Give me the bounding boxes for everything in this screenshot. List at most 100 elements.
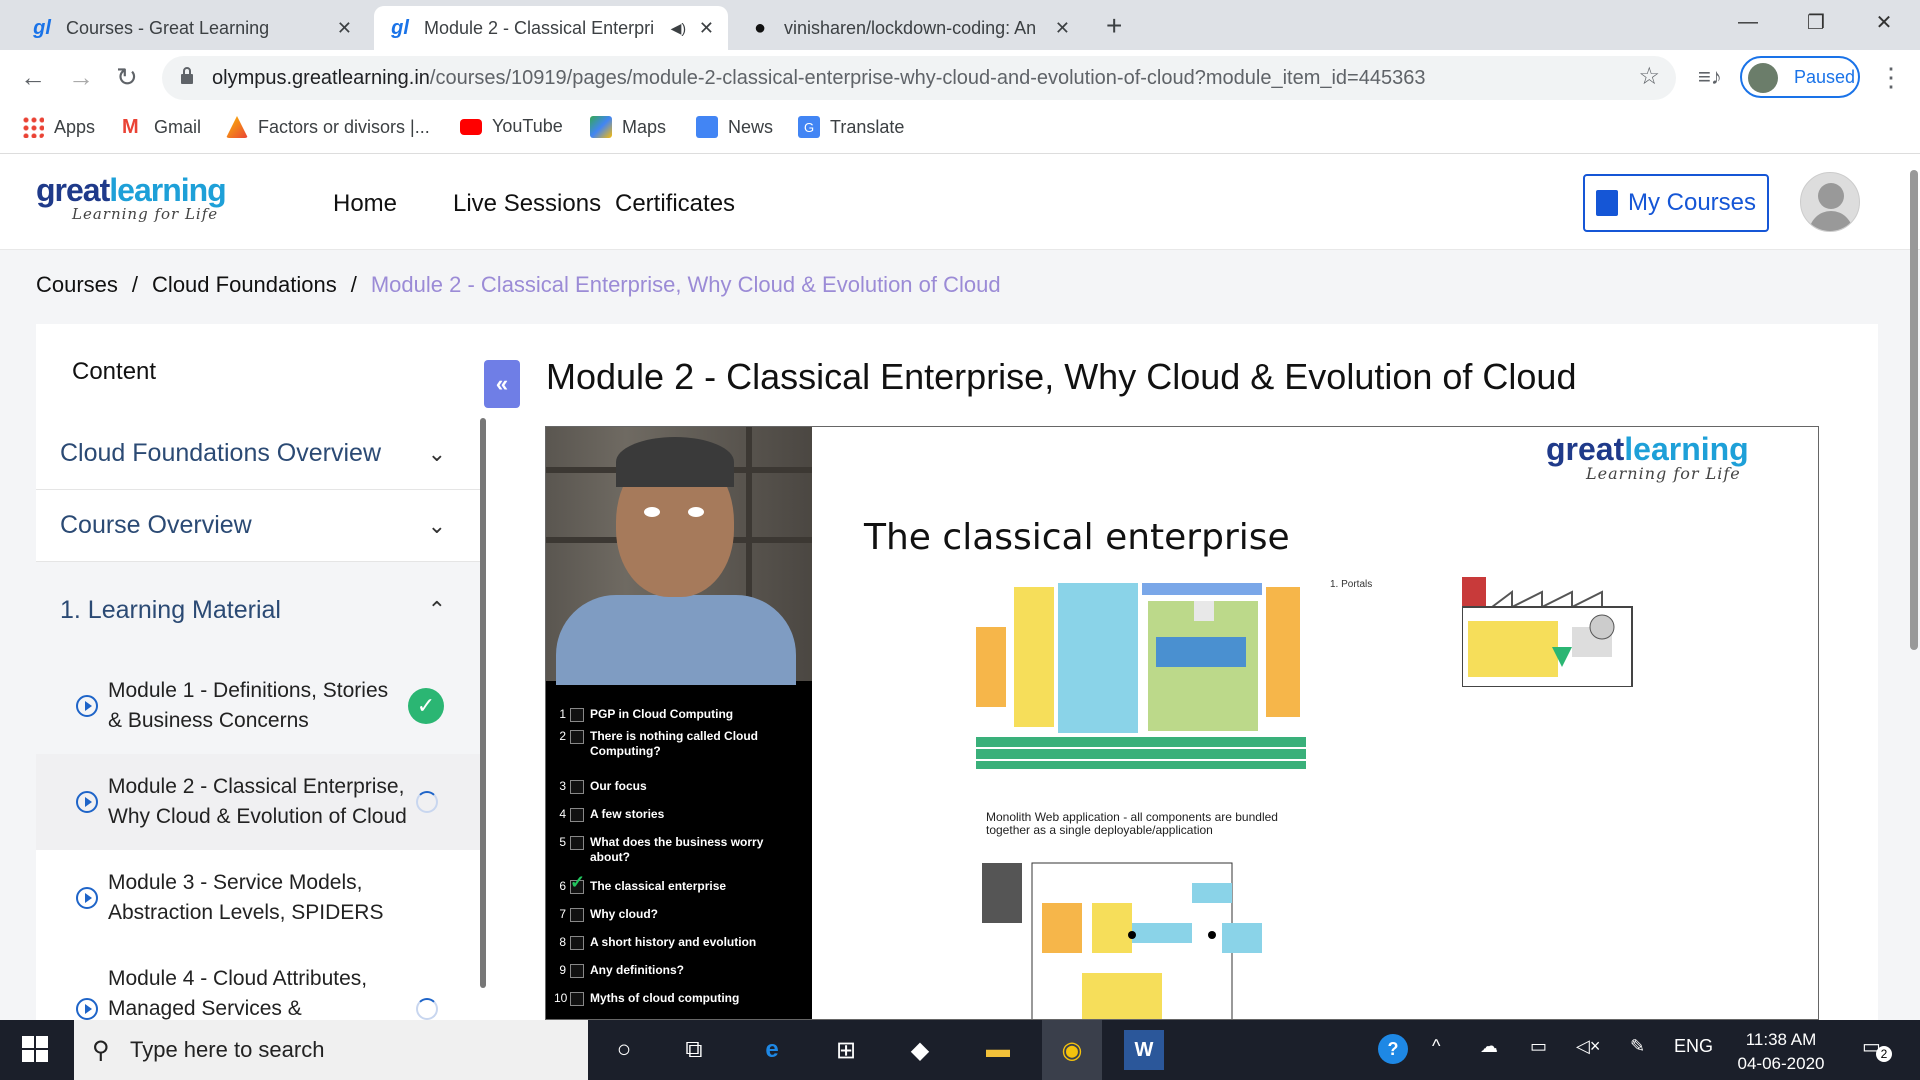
profile-status: Paused: [1794, 66, 1856, 87]
avatar: [1748, 63, 1778, 93]
breadcrumb-separator: /: [350, 272, 357, 297]
speaker-icon[interactable]: ◀): [671, 20, 686, 37]
url-path: /courses/10919/pages/module-2-classical-…: [429, 66, 1426, 89]
maps-icon: [590, 116, 612, 138]
minimize-icon[interactable]: —: [1714, 0, 1782, 44]
breadcrumb-courses[interactable]: Courses: [36, 272, 118, 297]
forward-arrow-icon[interactable]: →: [68, 62, 94, 93]
section-cloud-foundations-overview[interactable]: Cloud Foundations Overview ⌄: [36, 418, 480, 490]
bookmark-gmail[interactable]: M Gmail: [122, 116, 201, 138]
bookmark-label: Apps: [54, 116, 96, 137]
tab-github[interactable]: ● vinisharen/lockdown-coding: An ✕: [734, 6, 1084, 50]
content-sidebar: Content Cloud Foundations Overview ⌄ Cour…: [36, 324, 486, 1020]
video-player[interactable]: 1 PGP in Cloud Computing 2 There is nothin…: [545, 426, 1819, 1020]
chrome-icon[interactable]: ◉: [1042, 1020, 1102, 1080]
my-courses-label: My Courses: [1627, 189, 1757, 216]
bookmark-translate[interactable]: G Translate: [798, 116, 904, 138]
nav-live-sessions[interactable]: Live Sessions: [453, 190, 601, 218]
enterprise-factory-diagram: [1462, 577, 1633, 687]
chevron-up-icon[interactable]: ^: [1432, 1036, 1440, 1057]
close-icon[interactable]: ✕: [699, 18, 714, 39]
section-learning-material[interactable]: 1. Learning Material ⌃: [36, 562, 480, 658]
module-item-3[interactable]: Module 3 - Service Models, Abstraction L…: [36, 850, 480, 946]
search-placeholder: Type here to search: [130, 1037, 325, 1062]
bookmark-star-icon[interactable]: ☆: [1638, 62, 1660, 91]
notifications-icon[interactable]: ▭ 2: [1862, 1034, 1892, 1064]
bookmark-label: Gmail: [154, 116, 202, 137]
dropbox-icon[interactable]: ◆: [900, 1030, 940, 1070]
windows-taskbar: ⚲ Type here to search ○ ⧉ e ⊞ ◆ ▬ ◉ W ? …: [0, 1020, 1920, 1080]
my-courses-button[interactable]: My Courses: [1583, 174, 1769, 232]
bookmark-apps[interactable]: Apps: [22, 116, 95, 138]
bookmark-maps[interactable]: Maps: [590, 116, 666, 138]
clock-date: 04-06-2020: [1737, 1054, 1825, 1073]
word-icon[interactable]: W: [1124, 1030, 1164, 1070]
bookmark-news[interactable]: News: [696, 116, 773, 138]
lock-icon: [181, 67, 193, 84]
module-item-4[interactable]: Module 4 - Cloud Attributes, Managed Ser…: [36, 946, 480, 1020]
breadcrumb-cloud-foundations[interactable]: Cloud Foundations: [152, 272, 337, 297]
restore-icon[interactable]: ❐: [1782, 0, 1850, 44]
logo-tagline: Learning for Life: [72, 205, 219, 223]
greatlearning-favicon-icon: gl: [391, 16, 409, 39]
window-close-icon[interactable]: ✕: [1850, 0, 1918, 44]
address-bar[interactable]: olympus.greatlearning.in/courses/10919/p…: [162, 56, 1676, 100]
page-title: Module 2 - Classical Enterprise, Why Clo…: [546, 356, 1577, 397]
module-item-1[interactable]: Module 1 - Definitions, Stories & Busine…: [36, 658, 480, 754]
page-scrollbar[interactable]: [1910, 170, 1918, 650]
onedrive-icon[interactable]: ☁: [1480, 1036, 1498, 1057]
play-circle-icon: [76, 695, 98, 717]
breadcrumb-current: Module 2 - Classical Enterprise, Why Clo…: [370, 272, 1001, 297]
sidebar-title: Content: [72, 358, 157, 385]
flow-diagram: [982, 862, 1262, 1019]
user-avatar[interactable]: [1800, 172, 1860, 232]
chevron-down-icon: ⌄: [427, 440, 446, 466]
chevron-down-icon: ⌄: [427, 512, 446, 538]
tab-module-2[interactable]: gl Module 2 - Classical Enterpri ◀) ✕: [374, 6, 728, 50]
module-item-line2: Abstraction Levels, SPIDERS: [108, 901, 384, 924]
tab-courses[interactable]: gl Courses - Great Learning ✕: [16, 6, 366, 50]
file-explorer-icon[interactable]: ▬: [978, 1030, 1018, 1070]
back-arrow-icon[interactable]: ←: [20, 62, 46, 93]
architecture-diagram: [976, 583, 1306, 769]
close-icon[interactable]: ✕: [337, 18, 352, 39]
menu-kebab-icon[interactable]: ⋮: [1878, 62, 1904, 93]
new-tab-icon[interactable]: +: [1106, 10, 1122, 42]
breadcrumb-separator: /: [131, 272, 139, 297]
module-item-2[interactable]: Module 2 - Classical Enterprise, Why Clo…: [36, 754, 480, 850]
section-label: Course Overview: [60, 511, 252, 539]
bookmark-factors[interactable]: Factors or divisors |...: [226, 116, 430, 138]
logo-text-a: great: [36, 172, 110, 208]
play-circle-icon: [76, 998, 98, 1020]
store-icon[interactable]: ⊞: [826, 1030, 866, 1070]
pen-icon[interactable]: ✎: [1630, 1036, 1645, 1057]
video-sidebar: 1 PGP in Cloud Computing 2 There is nothin…: [546, 427, 812, 1019]
greatlearning-logo[interactable]: greatlearning Learning for Life: [36, 172, 227, 223]
play-circle-icon: [76, 791, 98, 813]
bookmarks-bar: Apps M Gmail Factors or divisors |... You…: [0, 106, 1920, 154]
battery-icon[interactable]: ▭: [1530, 1036, 1547, 1057]
chevron-up-icon: ⌃: [427, 597, 446, 622]
nav-home[interactable]: Home: [333, 190, 397, 218]
collapse-sidebar-button[interactable]: «: [484, 360, 520, 408]
media-queue-icon[interactable]: ≡♪: [1698, 64, 1722, 90]
windows-start-icon[interactable]: [22, 1036, 48, 1062]
site-header: greatlearning Learning for Life Home Liv…: [0, 154, 1920, 250]
cortana-icon[interactable]: ○: [604, 1030, 644, 1070]
volume-muted-icon[interactable]: ◁×: [1576, 1036, 1600, 1057]
reload-icon[interactable]: ↻: [116, 62, 138, 93]
nav-certificates[interactable]: Certificates: [615, 190, 735, 218]
bookmark-youtube[interactable]: YouTube: [460, 116, 563, 137]
youtube-icon: [460, 118, 482, 135]
clock[interactable]: 11:38 AM 04-06-2020: [1726, 1028, 1836, 1076]
section-course-overview[interactable]: Course Overview ⌄: [36, 490, 480, 562]
help-icon[interactable]: ?: [1378, 1034, 1408, 1064]
play-circle-icon: [76, 887, 98, 909]
taskbar-search-input[interactable]: ⚲ Type here to search: [74, 1020, 588, 1080]
close-icon[interactable]: ✕: [1055, 18, 1070, 39]
profile-button[interactable]: Paused: [1740, 56, 1860, 98]
clock-time: 11:38 AM: [1745, 1030, 1817, 1049]
task-view-icon[interactable]: ⧉: [674, 1030, 714, 1070]
language-indicator[interactable]: ENG: [1674, 1036, 1713, 1057]
edge-icon[interactable]: e: [752, 1030, 792, 1070]
